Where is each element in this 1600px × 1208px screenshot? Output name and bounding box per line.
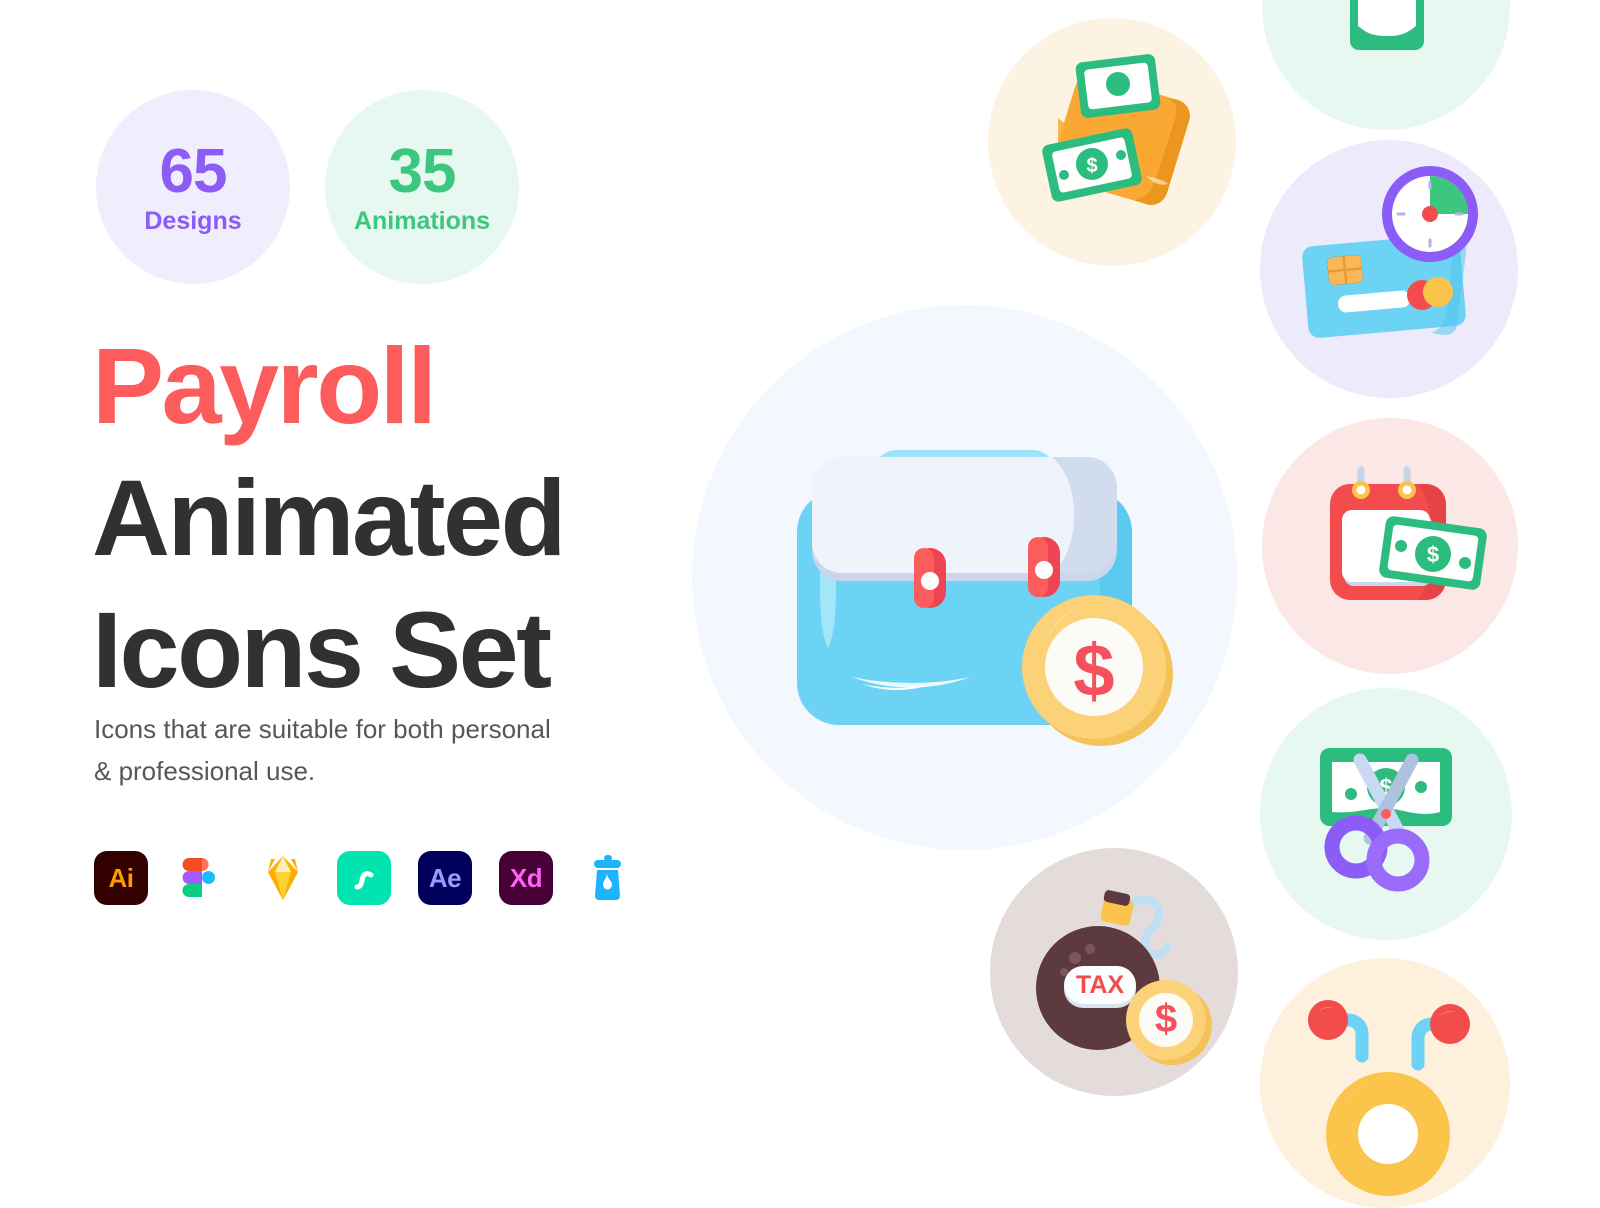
after-effects-label: Ae (418, 851, 472, 905)
wallet-with-cash-icon: $ (988, 18, 1236, 266)
svg-text:$: $ (1086, 155, 1097, 177)
stat-badges: 65 Designs 35 Animations (96, 90, 519, 284)
title-line-icons-set: Icons Set (92, 588, 552, 710)
principle-icon[interactable] (337, 851, 391, 905)
page-title: Payroll Animated Icons Set (92, 320, 692, 715)
adobe-after-effects-icon[interactable]: Ae (418, 851, 472, 905)
briefcase-with-dollar-coin-illustration: $ (692, 305, 1237, 850)
tax-bomb-icon: TAX $ (990, 848, 1238, 1096)
animations-count: 35 (388, 136, 457, 206)
sketch-icon[interactable] (256, 851, 310, 905)
title-line-payroll: Payroll (92, 325, 437, 446)
subtitle-line-1: Icons that are suitable for both persona… (94, 714, 551, 744)
designs-label: Designs (144, 206, 242, 235)
lottiefiles-icon[interactable] (580, 851, 634, 905)
adobe-illustrator-label: Ai (94, 851, 148, 905)
payment-distribution-icon (1260, 958, 1510, 1208)
illustration-panel: $ $ $ $ TAX $ (640, 0, 1600, 1208)
designs-badge: 65 Designs (96, 90, 290, 284)
tax-bomb-label: TAX (1076, 971, 1124, 999)
svg-text:$: $ (1155, 997, 1177, 1041)
subtitle: Icons that are suitable for both persona… (94, 708, 634, 792)
compatible-apps-row: Ai Ae Xd (94, 851, 634, 905)
title-line-animated: Animated (92, 456, 567, 578)
designs-count: 65 (159, 136, 228, 206)
credit-card-with-clock-icon (1260, 140, 1518, 398)
figma-icon[interactable] (175, 851, 229, 905)
animations-label: Animations (353, 206, 491, 235)
payday-calendar-icon: $ (1262, 418, 1518, 674)
subtitle-line-2: & professional use. (94, 756, 316, 787)
adobe-xd-icon[interactable]: Xd (499, 851, 553, 905)
budget-cut-scissors-icon: $ (1260, 688, 1512, 940)
adobe-xd-label: Xd (499, 851, 553, 905)
svg-text:$: $ (1073, 629, 1114, 712)
adobe-illustrator-icon[interactable]: Ai (94, 851, 148, 905)
svg-text:$: $ (1427, 542, 1439, 567)
animations-badge: 35 Animations (325, 90, 519, 284)
salary-increase-icon (1262, 0, 1510, 130)
left-content-panel: 65 Designs 35 Animations Payroll Animate… (0, 0, 700, 1064)
